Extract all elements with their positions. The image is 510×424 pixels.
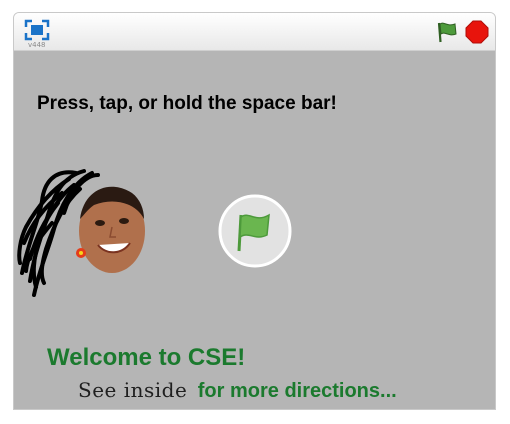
fullscreen-button[interactable]: [24, 19, 50, 41]
player-controls-bar: v448: [14, 13, 495, 51]
stop-sign-icon: [465, 20, 489, 44]
stop-button[interactable]: [465, 20, 489, 44]
stage[interactable]: Press, tap, or hold the space bar! Welco…: [14, 51, 495, 409]
version-label: v448: [28, 41, 46, 49]
see-inside-text: See inside: [78, 378, 188, 402]
face-sprite[interactable]: [14, 163, 149, 303]
welcome-text: Welcome to CSE!: [47, 344, 246, 371]
project-player: v448 Press, tap, or hold the space bar!: [13, 12, 496, 410]
start-flag-overlay-button[interactable]: [217, 193, 293, 269]
green-flag-overlay-icon: [218, 194, 292, 268]
green-flag-icon: [437, 22, 457, 43]
instruction-text: Press, tap, or hold the space bar!: [37, 93, 337, 114]
more-directions-text: for more directions...: [197, 380, 397, 402]
fullscreen-icon: [24, 19, 50, 41]
green-flag-button[interactable]: [435, 20, 459, 44]
directions-line: See inside for more directions...: [78, 378, 397, 403]
